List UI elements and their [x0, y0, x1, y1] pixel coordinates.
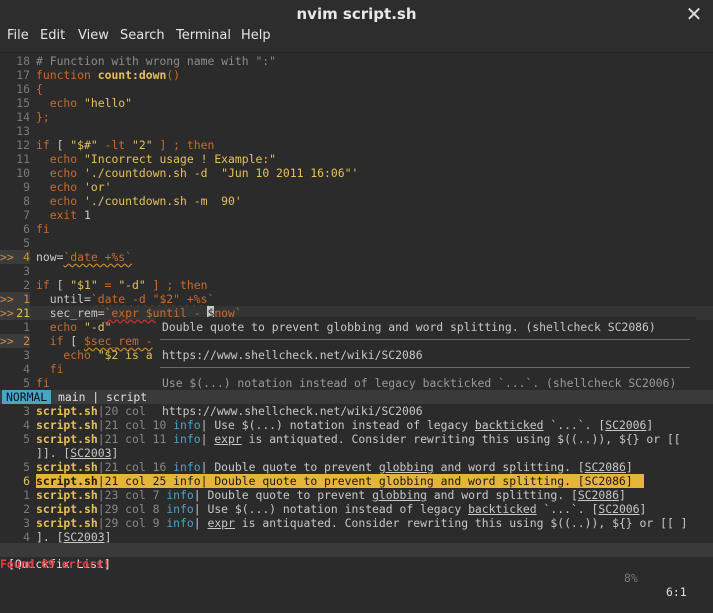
branch-indicator: main | script	[58, 390, 148, 404]
quickfix-row[interactable]: 3 script.sh|29 col 9 info| expr is antiqu…	[0, 516, 713, 530]
quickfix-row[interactable]: 5 script.sh|21 col 16 info| Double quote …	[0, 460, 713, 474]
window-title: nvim script.sh	[296, 5, 417, 23]
code-line: 2 if [ "$1" = "-d" ] ; then	[23, 278, 208, 292]
menu-terminal[interactable]: Terminal	[176, 28, 231, 52]
code-line: 14};	[16, 110, 50, 124]
popup-divider	[160, 339, 690, 340]
code-line: 16{	[16, 82, 43, 96]
code-line: 18 # Function with wrong name with ":"	[16, 54, 277, 68]
popup-divider	[160, 367, 690, 368]
quickfix-statusline: [Quickfix List] 8% 6:1	[0, 543, 713, 599]
code-line: 13	[16, 124, 30, 138]
mode-indicator: NORMAL	[2, 390, 52, 404]
error-sign: >>	[0, 250, 14, 264]
quickfix-row[interactable]: 2 script.sh|29 col 8 info| Use $(...) not…	[0, 502, 713, 516]
quickfix-row[interactable]: 3 script.sh|20 col	[0, 404, 713, 418]
status-line: NORMAL main | script	[0, 390, 713, 404]
popup-message: Use $(...) notation instead of legacy ba…	[162, 376, 677, 390]
terminal-window: nvim script.sh ✕ File Edit View Search T…	[0, 0, 713, 599]
code-line: >> 4 now=`date +%s`	[0, 250, 133, 264]
code-line: 17 function count:down()	[16, 68, 181, 82]
command-message: Found 69 errors!	[0, 557, 110, 571]
code-line: 11 echo "Incorrect usage ! Example:"	[16, 152, 277, 166]
code-line: 3	[23, 264, 30, 278]
quickfix-row-selected[interactable]: 6 script.sh|21 col 25 info| Double quote …	[0, 474, 713, 488]
popup-link[interactable]: https://www.shellcheck.net/wiki/SC2086	[162, 348, 423, 362]
code-line: 12 if [ "$#" -lt "2" ] ; then	[16, 138, 215, 152]
menu-help[interactable]: Help	[241, 28, 271, 52]
quickfix-row[interactable]: 4 script.sh|21 col 10 info| Use $(...) no…	[0, 418, 713, 432]
code-line: 9 echo 'or'	[23, 180, 112, 194]
code-line: 7 exit 1	[23, 208, 91, 222]
cursor-position: 6:1	[666, 585, 687, 599]
menu-bar: File Edit View Search Terminal Help	[0, 28, 713, 53]
code-line: 8 echo './countdown.sh -m 90'	[23, 194, 242, 208]
title-bar: nvim script.sh ✕	[0, 0, 713, 28]
quickfix-row[interactable]: 4]. [SC2003]	[0, 530, 713, 544]
quickfix-row[interactable]: 1 script.sh|23 col 7 info| Double quote t…	[0, 488, 713, 502]
code-line: 15 echo "hello"	[16, 96, 133, 110]
code-line: >> 1 until=`date -d "$2" +%s`	[0, 292, 215, 306]
code-line: 6 fi	[23, 222, 50, 236]
scroll-percent: 8%	[624, 571, 638, 585]
menu-file[interactable]: File	[7, 28, 29, 52]
quickfix-row[interactable]: ]]. [SC2003]	[0, 446, 713, 460]
editor-area[interactable]: 18 # Function with wrong name with ":" 17…	[0, 53, 713, 599]
code-line: 5	[23, 236, 30, 250]
error-sign: >>	[0, 306, 14, 320]
popup-message: Double quote to prevent globbing and wor…	[162, 320, 656, 334]
error-sign: >>	[0, 292, 14, 306]
error-sign: >>	[0, 334, 14, 348]
close-icon[interactable]: ✕	[683, 0, 705, 28]
menu-search[interactable]: Search	[120, 28, 165, 52]
quickfix-row[interactable]: 5 script.sh|21 col 11 info| expr is antiq…	[0, 432, 713, 446]
code-line: 10 echo './countdown.sh -d "Jun 10 2011 …	[16, 166, 359, 180]
menu-view[interactable]: View	[78, 28, 109, 52]
menu-edit[interactable]: Edit	[40, 28, 65, 52]
